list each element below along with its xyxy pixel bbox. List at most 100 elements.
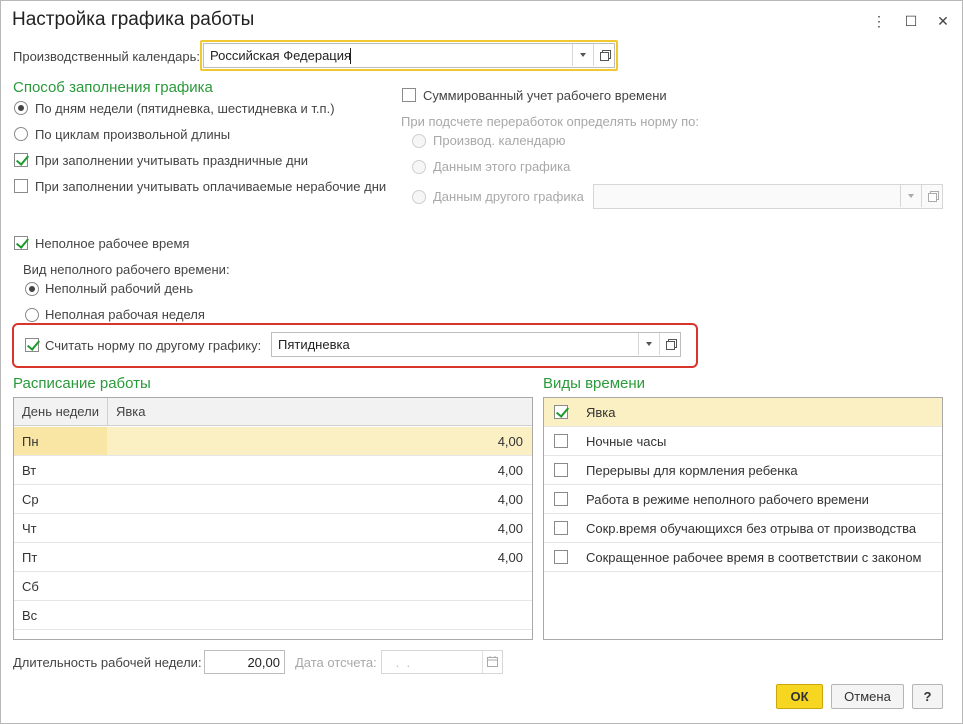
ref-date-value: . .: [392, 655, 411, 670]
time-types-list[interactable]: Явка Ночные часы Перерывы для кормления …: [543, 397, 943, 640]
table-row[interactable]: Сб: [14, 572, 532, 601]
radio-weekdays-label[interactable]: По дням недели (пятидневка, шестидневка …: [35, 101, 335, 116]
week-length-label: Длительность рабочей недели:: [13, 655, 202, 670]
close-icon[interactable]: ✕: [932, 10, 954, 32]
table-row[interactable]: Пт 4,00: [14, 543, 532, 572]
chevron-down-icon: [645, 342, 652, 346]
radio-norm-other-label: Данным другого графика: [433, 189, 584, 204]
radio-part-week[interactable]: [25, 308, 39, 322]
radio-part-day-label[interactable]: Неполный рабочий день: [45, 281, 193, 296]
checkbox-other-norm[interactable]: [25, 338, 39, 352]
day-cell: Ср: [22, 492, 39, 507]
week-length-value: 20,00: [247, 655, 280, 670]
checkbox-summary-accounting[interactable]: [402, 88, 416, 102]
table-row[interactable]: Ср 4,00: [14, 485, 532, 514]
presence-cell: 4,00: [497, 492, 523, 507]
time-type-label: Перерывы для кормления ребенка: [586, 463, 798, 478]
list-item[interactable]: Сокр.время обучающихся без отрыва от про…: [544, 514, 942, 543]
fill-method-title: Способ заполнения графика: [13, 79, 213, 96]
presence-cell: 4,00: [497, 521, 523, 536]
time-type-checkbox[interactable]: [554, 492, 568, 506]
checkbox-part-time-label[interactable]: Неполное рабочее время: [35, 236, 189, 251]
ok-button[interactable]: ОК: [776, 684, 823, 709]
time-type-checkbox[interactable]: [554, 434, 568, 448]
radio-cycles-label[interactable]: По циклам произвольной длины: [35, 127, 230, 142]
checkbox-paid-nonworking[interactable]: [14, 179, 28, 193]
chevron-down-icon: [579, 53, 586, 57]
list-item[interactable]: Явка: [544, 398, 942, 427]
checkbox-holidays-label[interactable]: При заполнении учитывать праздничные дни: [35, 153, 308, 168]
time-type-label: Работа в режиме неполного рабочего време…: [586, 492, 869, 507]
calendar-combo[interactable]: Российская Федерация: [203, 43, 615, 68]
presence-cell: 4,00: [497, 550, 523, 565]
radio-cycles[interactable]: [14, 127, 28, 141]
schedule-table-header: День недели Явка: [14, 398, 532, 426]
open-form-icon: [600, 50, 611, 61]
other-schedule-dropdown-button: [900, 185, 920, 207]
chevron-down-icon: [907, 194, 914, 198]
calendar-value: Российская Федерация: [210, 48, 352, 63]
open-form-icon: [928, 191, 939, 202]
list-item[interactable]: Перерывы для кормления ребенка: [544, 456, 942, 485]
column-header-day[interactable]: День недели: [22, 404, 99, 419]
table-row[interactable]: Чт 4,00: [14, 514, 532, 543]
time-type-label: Явка: [586, 405, 616, 420]
day-cell: Вс: [22, 608, 38, 623]
norm-source-label: При подсчете переработок определять норм…: [401, 114, 700, 129]
other-norm-combo[interactable]: Пятидневка: [271, 332, 681, 357]
maximize-icon[interactable]: ☐: [900, 10, 922, 32]
checkbox-other-norm-label[interactable]: Считать норму по другому графику:: [45, 338, 261, 353]
table-row[interactable]: Вс: [14, 601, 532, 630]
week-length-input[interactable]: 20,00: [204, 650, 285, 674]
list-item[interactable]: Работа в режиме неполного рабочего време…: [544, 485, 942, 514]
presence-cell: 4,00: [497, 434, 523, 449]
cancel-button[interactable]: Отмена: [831, 684, 904, 709]
ref-date-input: . .: [381, 650, 503, 674]
list-item[interactable]: Сокращенное рабочее время в соответствии…: [544, 543, 942, 572]
radio-norm-calendar: [412, 134, 426, 148]
time-type-checkbox[interactable]: [554, 463, 568, 477]
checkbox-summary-accounting-label[interactable]: Суммированный учет рабочего времени: [423, 88, 667, 103]
other-norm-dropdown-button[interactable]: [638, 333, 658, 355]
day-cell: Сб: [22, 579, 39, 594]
calendar-icon: [487, 656, 498, 667]
time-type-checkbox[interactable]: [554, 405, 568, 419]
checkbox-paid-nonworking-label[interactable]: При заполнении учитывать оплачиваемые не…: [35, 179, 386, 194]
calendar-open-button[interactable]: [593, 44, 615, 66]
presence-cell: 4,00: [497, 463, 523, 478]
part-time-kind-label: Вид неполного рабочего времени:: [23, 262, 230, 277]
schedule-title: Расписание работы: [13, 375, 151, 392]
table-row[interactable]: Пн 4,00: [14, 427, 532, 456]
radio-norm-this-label: Данным этого графика: [433, 159, 571, 174]
more-menu-icon[interactable]: ⋮: [868, 10, 890, 32]
table-row[interactable]: Вт 4,00: [14, 456, 532, 485]
day-cell: Пн: [22, 434, 39, 449]
radio-norm-other: [412, 190, 426, 204]
ref-date-label: Дата отсчета:: [295, 655, 377, 670]
time-type-label: Сокращенное рабочее время в соответствии…: [586, 550, 922, 565]
calendar-label: Производственный календарь:: [13, 49, 200, 64]
time-type-checkbox[interactable]: [554, 550, 568, 564]
radio-part-week-label[interactable]: Неполная рабочая неделя: [45, 307, 205, 322]
open-form-icon: [666, 339, 677, 350]
calendar-dropdown-button[interactable]: [572, 44, 592, 66]
list-item[interactable]: Ночные часы: [544, 427, 942, 456]
time-type-checkbox[interactable]: [554, 521, 568, 535]
text-cursor: [350, 48, 351, 64]
time-types-title: Виды времени: [543, 375, 646, 392]
calendar-picker-button: [482, 651, 502, 673]
radio-part-day[interactable]: [25, 282, 39, 296]
radio-weekdays[interactable]: [14, 101, 28, 115]
checkbox-holidays[interactable]: [14, 153, 28, 167]
time-type-label: Ночные часы: [586, 434, 667, 449]
schedule-table[interactable]: День недели Явка Пн 4,00 Вт 4,00 Ср 4,00…: [13, 397, 533, 640]
other-norm-open-button[interactable]: [659, 333, 681, 355]
other-schedule-combo: [593, 184, 943, 209]
day-cell: Чт: [22, 521, 37, 536]
time-type-label: Сокр.время обучающихся без отрыва от про…: [586, 521, 917, 536]
radio-norm-this: [412, 160, 426, 174]
checkbox-part-time[interactable]: [14, 236, 28, 250]
day-cell: Пт: [22, 550, 38, 565]
column-header-presence[interactable]: Явка: [116, 404, 146, 419]
help-button[interactable]: ?: [912, 684, 943, 709]
